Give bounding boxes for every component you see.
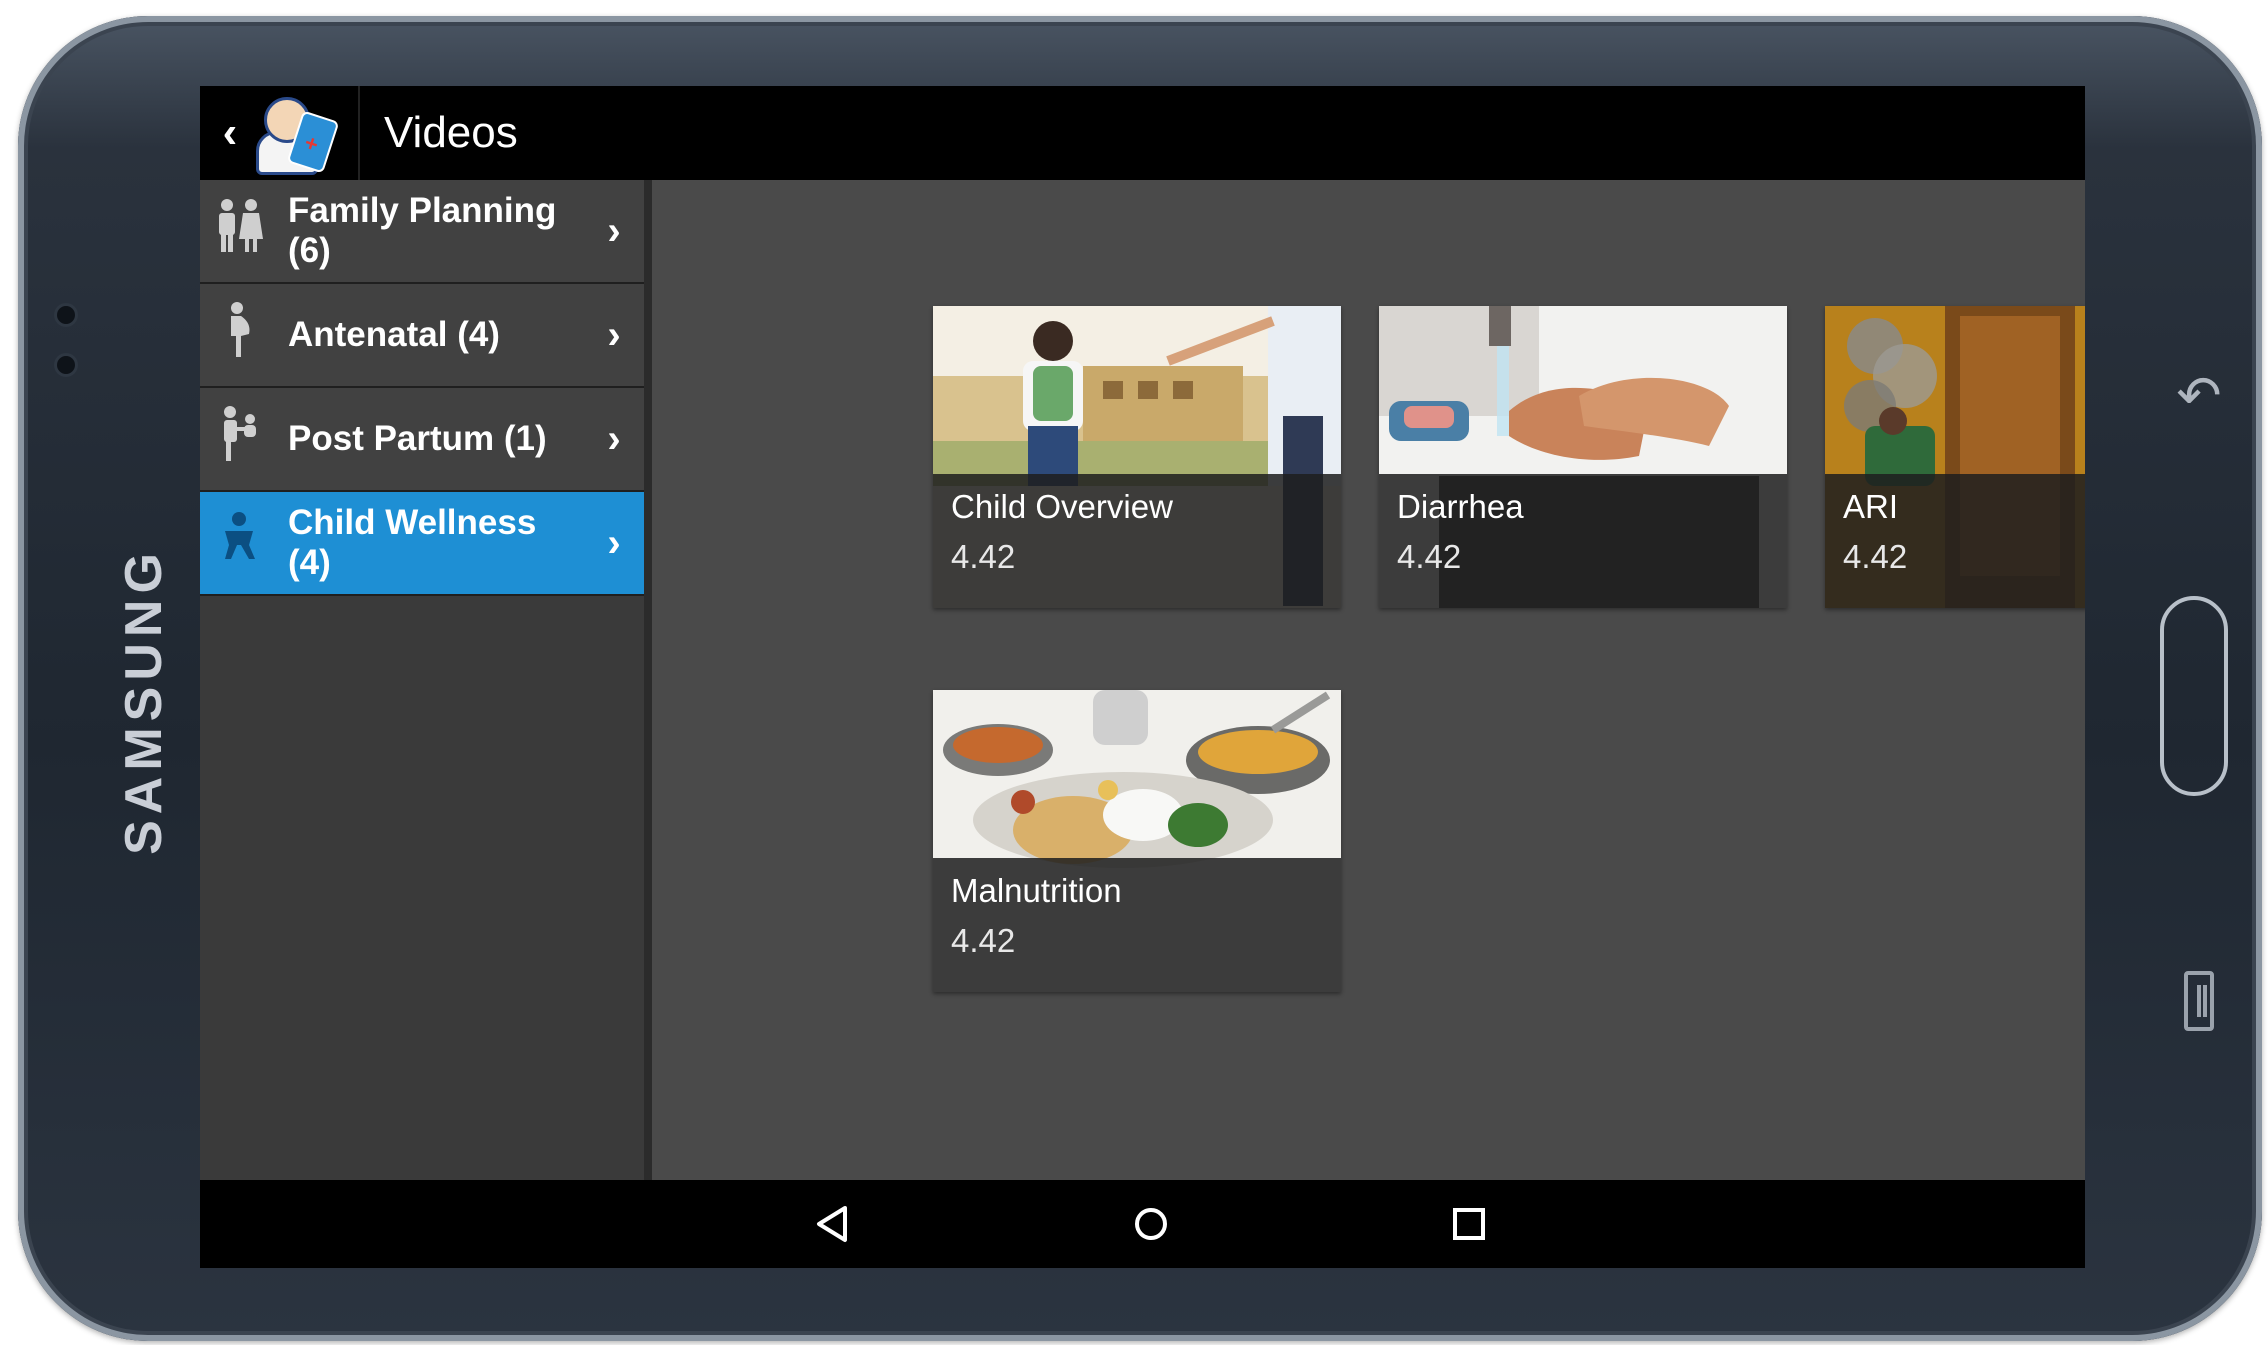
video-title: Child Overview <box>951 488 1173 525</box>
sidebar-item-family-planning[interactable]: Family Planning (6) › <box>200 180 644 284</box>
video-card-malnutrition[interactable]: Malnutrition 4.42 <box>933 690 1341 992</box>
nav-home-icon[interactable] <box>1123 1196 1179 1252</box>
sidebar-item-label: Child Wellness (4) <box>288 503 537 582</box>
sidebar-item-label: Post Partum (1) <box>288 419 547 458</box>
hardware-back-icon[interactable]: ↶ <box>2176 366 2222 426</box>
video-caption: Child Overview 4.42 <box>933 474 1341 608</box>
video-value: 4.42 <box>1843 538 1908 575</box>
sidebar-item-antenatal[interactable]: Antenatal (4) › <box>200 284 644 388</box>
nav-back-icon[interactable] <box>805 1196 861 1252</box>
video-value: 4.42 <box>1397 538 1462 575</box>
chevron-right-icon: › <box>607 520 621 565</box>
sidebar-item-label: Antenatal (4) <box>288 315 500 354</box>
chevron-right-icon: › <box>607 416 621 461</box>
video-card-diarrhea[interactable]: Diarrhea 4.42 <box>1379 306 1787 608</box>
page-title: Videos <box>384 108 518 157</box>
system-nav-bar <box>200 1180 2085 1268</box>
back-chevron-icon[interactable]: ‹ <box>212 108 248 158</box>
couple-icon <box>204 198 274 265</box>
proximity-sensor <box>57 356 75 374</box>
hardware-home-button[interactable] <box>2160 596 2228 796</box>
appbar-separator <box>358 86 360 180</box>
category-sidebar: Family Planning (6) › Antenatal (4) › Po… <box>200 180 644 1180</box>
video-value: 4.42 <box>951 538 1016 575</box>
sidebar-item-post-partum[interactable]: Post Partum (1) › <box>200 388 644 492</box>
chevron-right-icon: › <box>607 208 621 253</box>
video-caption: ARI 4.42 <box>1825 474 2085 608</box>
hardware-menu-icon[interactable] <box>2184 971 2214 1031</box>
video-card-child-overview[interactable]: Child Overview 4.42 <box>933 306 1341 608</box>
brand-logo: SAMSUNG <box>115 547 174 855</box>
video-caption: Diarrhea 4.42 <box>1379 474 1787 608</box>
pregnant-woman-icon <box>204 301 274 370</box>
sidebar-divider <box>644 180 652 1180</box>
front-camera <box>57 306 75 324</box>
video-title: ARI <box>1843 488 1899 525</box>
video-title: Malnutrition <box>951 872 1122 909</box>
video-grid: Child Overview 4.42 Diarrhea 4.42 ARI 4.… <box>652 180 2085 1180</box>
app-logo-icon[interactable]: + <box>252 91 340 175</box>
child-icon <box>204 511 274 576</box>
sidebar-item-label: Family Planning (6) <box>288 191 557 270</box>
video-value: 4.42 <box>951 922 1016 959</box>
screen: ‹ + Videos Family Planning (6) › Antenat… <box>200 86 2085 1268</box>
video-caption: Malnutrition 4.42 <box>933 858 1341 992</box>
mother-baby-icon <box>204 405 274 474</box>
nav-recent-apps-icon[interactable] <box>1441 1196 1497 1252</box>
sidebar-item-child-wellness[interactable]: Child Wellness (4) › <box>200 492 644 596</box>
chevron-right-icon: › <box>607 312 621 357</box>
app-bar: ‹ + Videos <box>200 86 2085 180</box>
video-card-ari[interactable]: ARI 4.42 <box>1825 306 2085 608</box>
video-title: Diarrhea <box>1397 488 1524 525</box>
